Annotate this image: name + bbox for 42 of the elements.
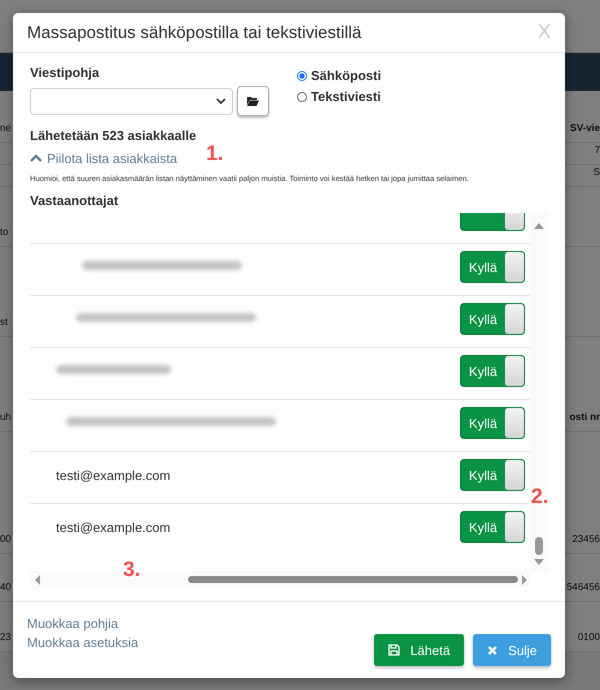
- background-text: st: [0, 317, 8, 328]
- include-toggle[interactable]: Kyllä: [460, 355, 525, 387]
- background-text: 7: [594, 145, 600, 156]
- include-toggle[interactable]: Kyllä: [460, 303, 525, 335]
- open-folder-button[interactable]: [237, 86, 269, 116]
- save-icon: [388, 644, 400, 656]
- background-text: S: [593, 167, 600, 178]
- background-text: 40: [0, 582, 12, 593]
- include-toggle[interactable]: Kyllä: [460, 511, 525, 543]
- annotation-number: 2.: [531, 485, 549, 509]
- section-heading: Vastaanottajat: [30, 193, 120, 208]
- toggle-list-link[interactable]: Piilota lista asiakkaista: [30, 150, 178, 166]
- background-text: 0100: [578, 632, 600, 643]
- annotation-number: 3.: [123, 558, 141, 582]
- background-text: SV-vie: [570, 123, 600, 134]
- channel-radio[interactable]: Sähköposti: [297, 68, 382, 83]
- close-dialog-button[interactable]: Sulje: [473, 634, 551, 666]
- background-text: to: [0, 227, 8, 238]
- footer-link[interactable]: Muokkaa pohjia: [27, 616, 138, 631]
- include-toggle[interactable]: Kyllä: [460, 251, 525, 283]
- annotation-number: 1.: [206, 142, 224, 166]
- close-icon: [487, 644, 498, 656]
- background-text: ne: [0, 123, 12, 134]
- background-text: osti nr: [569, 412, 600, 423]
- background-text: 23: [0, 632, 12, 643]
- footer-link[interactable]: Muokkaa asetuksia: [27, 635, 138, 650]
- send-button[interactable]: Lähetä: [374, 634, 464, 666]
- chevron-up-icon: [30, 154, 42, 162]
- channel-radio[interactable]: Tekstiviesti: [297, 89, 382, 104]
- field-label: Viestipohja: [30, 65, 100, 80]
- recipient-email: testi@example.com: [56, 468, 170, 485]
- include-toggle[interactable]: Kyllä: [460, 459, 525, 491]
- background-text: uh: [0, 412, 12, 423]
- folder-icon: [247, 96, 259, 106]
- recipient-count: Lähetetään 523 asiakkaalle: [30, 128, 198, 143]
- recipient-email: testi@example.com: [56, 520, 170, 537]
- background-text: 23456: [572, 534, 600, 545]
- chevron-down-icon: [216, 98, 226, 104]
- dialog-title: Massapostitus sähköpostilla tai tekstiviestillä: [27, 22, 362, 42]
- include-toggle[interactable]: Kyllä: [460, 407, 525, 439]
- background-text: 00: [0, 534, 12, 545]
- background-text: 546456: [566, 582, 600, 593]
